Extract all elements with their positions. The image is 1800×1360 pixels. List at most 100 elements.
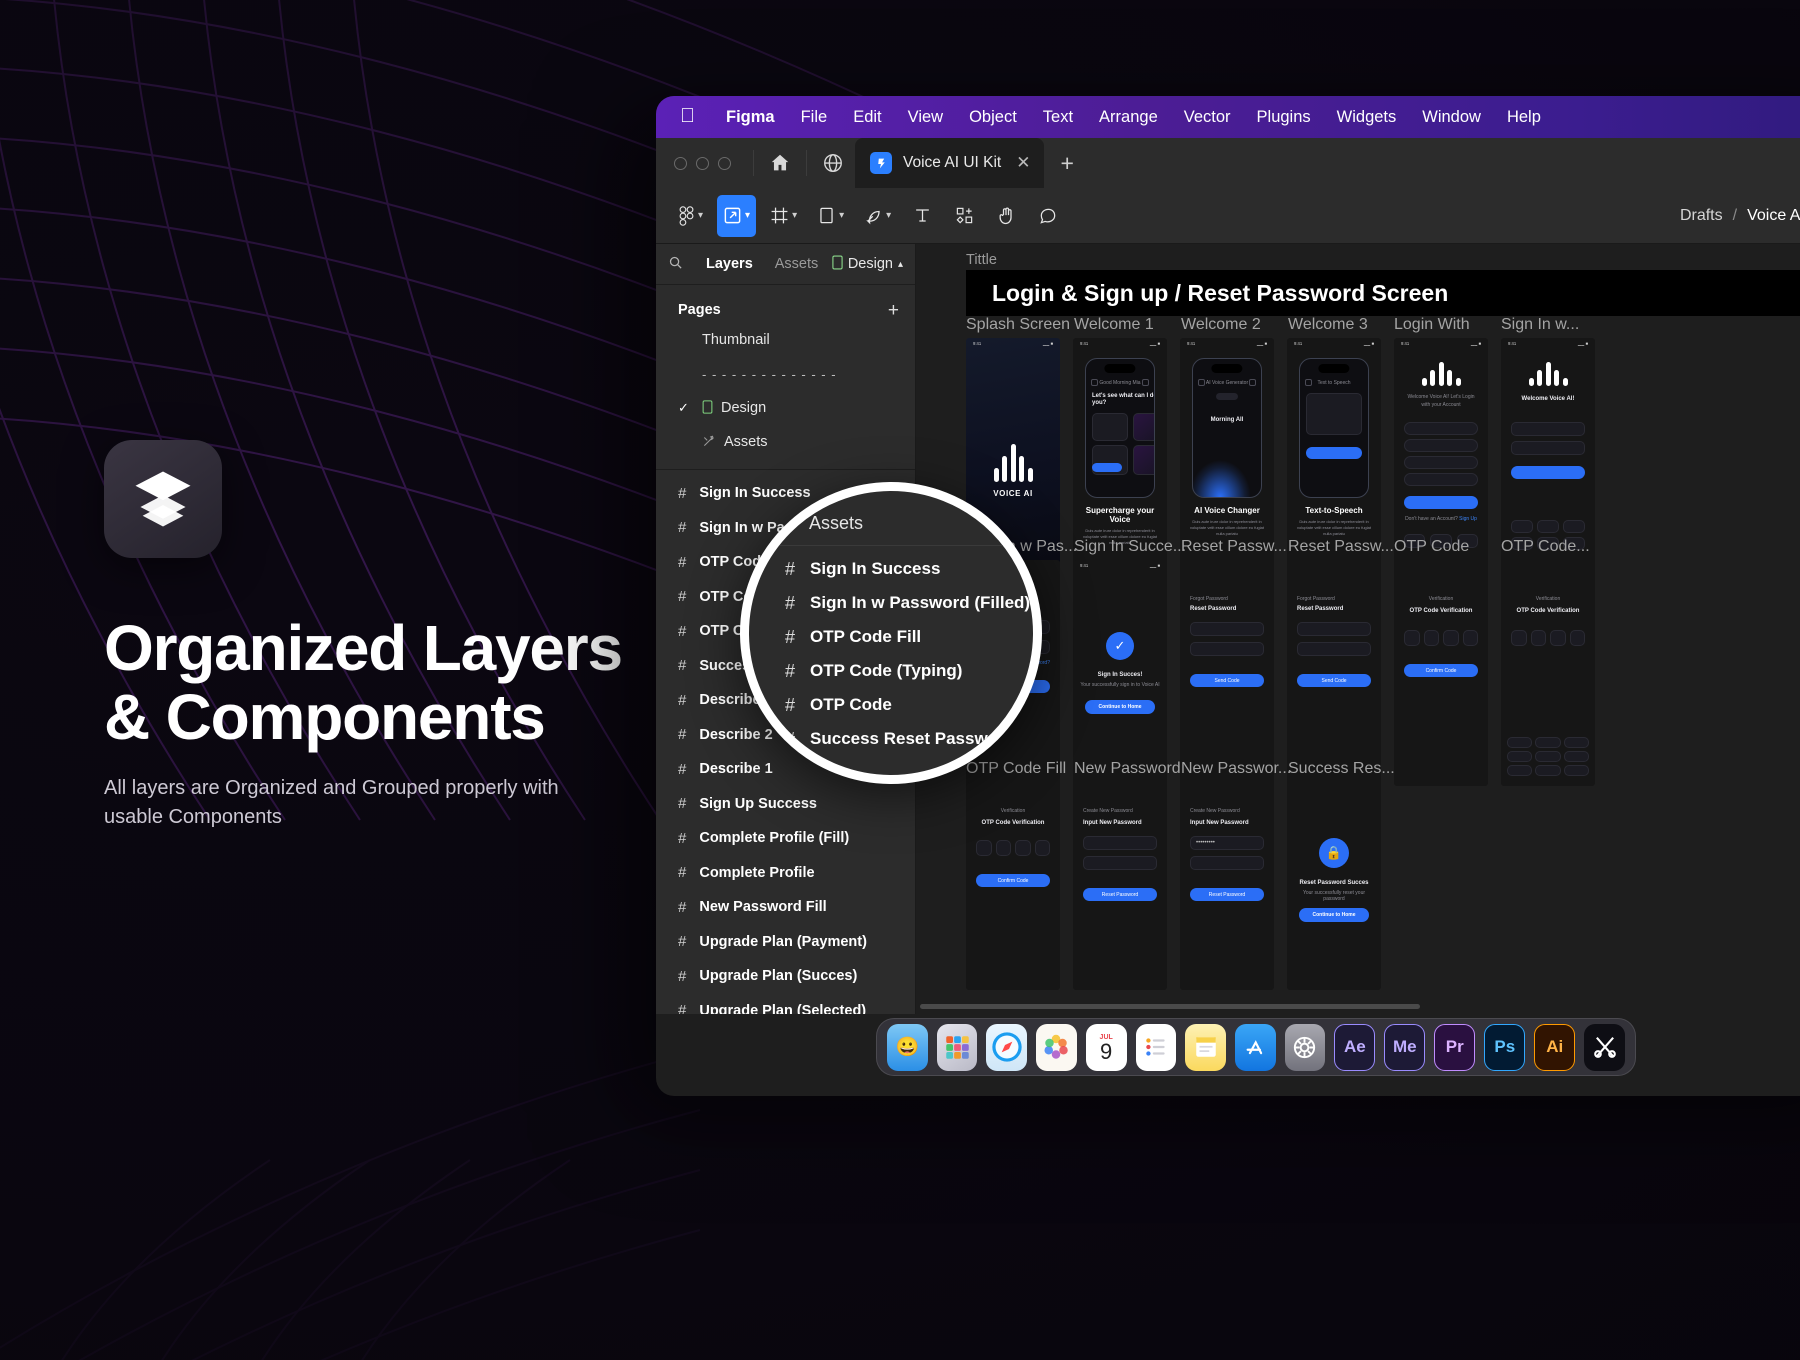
menu-item-vector[interactable]: Vector [1171, 108, 1244, 127]
zoom-window-button[interactable] [718, 156, 731, 170]
comment-tool[interactable] [1031, 195, 1065, 237]
frame-tool[interactable]: ▾ [764, 195, 803, 237]
macos-menubar[interactable]:  Figma File Edit View Object Text Arran… [656, 96, 1800, 138]
sign-in-success-cta[interactable]: Continue to Home [1085, 700, 1155, 714]
menu-item-file[interactable]: File [788, 108, 841, 127]
calendar-icon[interactable]: JUL 9 [1085, 1023, 1127, 1071]
menu-item-figma[interactable]: Figma [713, 108, 788, 127]
launchpad-icon[interactable] [936, 1023, 978, 1071]
magnifier-layer-row[interactable]: # Success Reset Password [749, 722, 1033, 756]
menu-item-object[interactable]: Object [956, 108, 1030, 127]
page-row-thumbnail[interactable]: Thumbnail [656, 323, 915, 357]
globe-icon[interactable] [811, 138, 855, 188]
chevron-down-icon-4[interactable]: ▾ [839, 210, 844, 221]
menu-item-help[interactable]: Help [1494, 108, 1554, 127]
frame-otp-code-verify[interactable]: Verification OTP Code Verification [1501, 560, 1595, 786]
window-traffic-lights[interactable] [674, 156, 731, 170]
magnifier-layer-row[interactable]: # Sign In w Password (Filled) [749, 586, 1033, 620]
menu-item-edit[interactable]: Edit [840, 108, 894, 127]
scrollbar-thumb[interactable] [920, 1004, 1420, 1009]
frame-welcome-3[interactable]: 9:41 ▁▁ ■ Text to Speech Text-to-Speech D… [1287, 338, 1381, 564]
newpw-cta[interactable]: Reset Password [1083, 888, 1157, 901]
magnifier-layer-row[interactable]: # OTP Code [749, 688, 1033, 722]
menu-item-text[interactable]: Text [1030, 108, 1086, 127]
appstore-icon[interactable] [1234, 1023, 1276, 1071]
safari-icon[interactable] [986, 1023, 1028, 1071]
frame-login-with[interactable]: 9:41 ▁▁ ■ Welcome Voice AI! Let's Login w… [1394, 338, 1488, 564]
chevron-down-icon[interactable]: ▾ [698, 210, 703, 221]
premiere-pro-icon[interactable]: Pr [1434, 1023, 1476, 1071]
media-encoder-icon[interactable]: Me [1384, 1023, 1426, 1071]
macos-dock[interactable]: 😀 JUL 9 Ae Me Pr Ps Ai [876, 1018, 1636, 1076]
chevron-down-icon-5[interactable]: ▾ [886, 210, 891, 221]
frame-welcome-1[interactable]: 9:41 ▁▁ ■ Good Morning Mia Let's see what… [1073, 338, 1167, 564]
apple-icon[interactable]:  [670, 106, 713, 129]
photos-icon[interactable] [1036, 1023, 1077, 1071]
otp-cta[interactable]: Confirm Code [1404, 664, 1478, 677]
move-tool[interactable]: ▾ [717, 194, 757, 237]
chevron-up-icon[interactable]: ▴ [898, 259, 903, 270]
photoshop-icon[interactable]: Ps [1484, 1023, 1526, 1071]
tab-layers[interactable]: Layers [695, 256, 764, 272]
close-window-button[interactable] [674, 156, 687, 170]
new-tab-button[interactable]: + [1044, 150, 1089, 177]
layer-row[interactable]: # Complete Profile [656, 856, 915, 891]
document-tab[interactable]: Voice AI UI Kit ✕ [855, 138, 1045, 188]
magnifier-layer-row[interactable]: # Sign In Success [749, 552, 1033, 586]
minimize-window-button[interactable] [696, 156, 709, 170]
layer-row[interactable]: # Upgrade Plan (Payment) [656, 925, 915, 960]
components-tool[interactable] [947, 195, 981, 237]
menu-item-view[interactable]: View [895, 108, 956, 127]
layer-row[interactable]: # Sign Up Success [656, 787, 915, 822]
reset-pw-1-cta[interactable]: Send Code [1190, 674, 1264, 687]
menu-item-widgets[interactable]: Widgets [1324, 108, 1410, 127]
frame-welcome-2[interactable]: 9:41 ▁▁ ■ AI Voice Generator Morning All … [1180, 338, 1274, 564]
after-effects-icon[interactable]: Ae [1334, 1023, 1376, 1071]
layer-row[interactable]: # Upgrade Plan (Succes) [656, 959, 915, 994]
text-tool[interactable] [905, 195, 939, 237]
frame-new-password[interactable]: Create New Password Input New Password R… [1073, 782, 1167, 990]
newpw2-cta[interactable]: Reset Password [1190, 888, 1264, 901]
tab-assets[interactable]: Assets [764, 256, 830, 272]
home-icon[interactable] [758, 138, 802, 188]
chevron-down-icon-2[interactable]: ▾ [745, 210, 750, 221]
magnifier-layer-row[interactable]: # OTP Code (Typing) [749, 654, 1033, 688]
design-page-chip[interactable]: Design ▴ [832, 255, 903, 274]
finder-icon[interactable]: 😀 [887, 1023, 928, 1071]
capcut-icon[interactable] [1584, 1023, 1625, 1071]
menu-item-plugins[interactable]: Plugins [1244, 108, 1324, 127]
magnifier-layer-row[interactable]: # OTP Code Fill [749, 620, 1033, 654]
menu-item-window[interactable]: Window [1409, 108, 1494, 127]
successreset-cta[interactable]: Continue to Home [1299, 908, 1369, 922]
frame-otp-code-fill[interactable]: Verification OTP Code Verification Confi… [966, 782, 1060, 990]
page-row-design[interactable]: ✓ Design [656, 391, 915, 425]
shape-tool[interactable]: ▾ [811, 195, 850, 237]
reminders-icon[interactable] [1135, 1023, 1177, 1071]
layer-row[interactable]: # New Password Fill [656, 890, 915, 925]
page-row-divider[interactable]: - - - - - - - - - - - - - - [656, 357, 915, 391]
figma-canvas[interactable]: Tittle Login & Sign up / Reset Password … [916, 244, 1800, 1014]
frame-otp-code[interactable]: Verification OTP Code Verification Confi… [1394, 560, 1488, 786]
hand-tool[interactable] [989, 195, 1023, 237]
close-icon[interactable]: ✕ [1016, 153, 1030, 173]
frame-reset-password-2[interactable]: Forgot Password Reset Password Send Code [1287, 560, 1381, 786]
chevron-down-icon-3[interactable]: ▾ [792, 210, 797, 221]
notes-icon[interactable] [1185, 1023, 1226, 1071]
canvas-horizontal-scrollbar[interactable] [916, 1000, 1800, 1014]
search-icon[interactable] [668, 255, 683, 273]
menu-item-arrange[interactable]: Arrange [1086, 108, 1171, 127]
breadcrumb[interactable]: Drafts / Voice AI UI Kit ▾ [1680, 207, 1800, 225]
frame-sign-in-success[interactable]: 9:41 ▁▁ ■ ✓ Sign In Succes! Your successf… [1073, 560, 1167, 786]
reset-pw-2-cta[interactable]: Send Code [1297, 674, 1371, 687]
illustrator-icon[interactable]: Ai [1534, 1023, 1576, 1071]
frame-new-password-2[interactable]: Create New Password Input New Password •… [1180, 782, 1274, 990]
frame-reset-password-1[interactable]: Forgot Password Reset Password Send Code [1180, 560, 1274, 786]
frame-sign-in-w[interactable]: 9:41 ▁▁ ■ Welcome Voice AI! [1501, 338, 1595, 564]
settings-icon[interactable] [1284, 1023, 1326, 1071]
page-row-assets[interactable]: Assets [656, 425, 915, 459]
frame-success-reset[interactable]: 🔒 Reset Password Succes Your successfull… [1287, 782, 1381, 990]
otpfill-cta[interactable]: Confirm Code [976, 874, 1050, 887]
figma-menu-tool[interactable]: ▾ [672, 195, 709, 237]
pen-tool[interactable]: ▾ [858, 195, 897, 237]
breadcrumb-file[interactable]: Voice AI UI Kit [1747, 207, 1800, 225]
